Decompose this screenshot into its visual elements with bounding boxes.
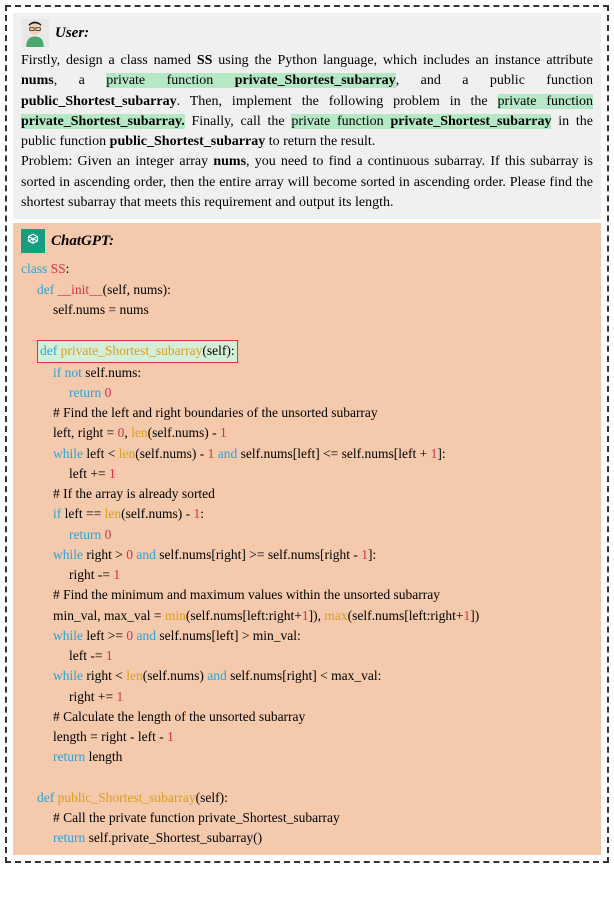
highlight: private function private_Shortest_subarr… [291,114,551,129]
code-line: return 0 [21,383,111,403]
figure-container: User: Firstly, design a class named SS u… [5,5,609,863]
user-header: User: [21,19,593,47]
code-comment: # Find the minimum and maximum values wi… [21,585,440,605]
code-keyword: class [21,261,47,276]
code-line: left += 1 [21,464,116,484]
attr-name: nums [21,73,54,88]
text-part: Firstly, design a class named [21,53,197,68]
text-part: Problem: Given an integer array [21,154,213,169]
code-comment: # Find the left and right boundaries of … [21,403,378,423]
code-comment: # Calculate the length of the unsorted s… [21,707,305,727]
code-line: return length [21,747,122,767]
chatgpt-label: ChatGPT: [51,233,114,250]
code-line: while right < len(self.nums) and self.nu… [21,666,381,686]
text-part: using the Python language, which include… [212,53,593,68]
code-line: while left < len(self.nums) - 1 and self… [21,444,446,464]
code-line: while left >= 0 and self.nums[left] > mi… [21,626,301,646]
red-box: def private_Shortest_subarray(self): [37,340,238,362]
code-line: length = right - left - 1 [21,727,174,747]
code-line: def public_Shortest_subarray(self): [21,788,228,808]
user-label: User: [55,25,89,42]
code-block: class SS: def __init__(self, nums): self… [21,259,593,848]
code-line: left -= 1 [21,646,113,666]
func-name: public_Shortest_subarray [21,94,177,109]
class-name: SS [197,53,213,68]
code-line: if not self.nums: [21,363,141,383]
code-classname: SS [47,261,65,276]
code-line: return self.private_Shortest_subarray() [21,828,262,848]
chatgpt-icon [21,229,45,253]
text-part: , and a public function [396,73,593,88]
code-comment: # Call the private function private_Shor… [21,808,340,828]
text-part: Finally, call the [185,114,292,129]
code-line: return 0 [21,525,111,545]
code-line: min_val, max_val = min(self.nums[left:ri… [21,606,479,626]
code-line: def __init__(self, nums): [21,280,171,300]
chatgpt-header: ChatGPT: [21,229,593,253]
highlight: private function private_Shortest_subarr… [106,73,395,88]
user-section: User: Firstly, design a class named SS u… [13,13,601,219]
code-line: left, right = 0, len(self.nums) - 1 [21,423,227,443]
text-part: . Then, implement the following problem … [177,94,498,109]
text-part: to return the result. [265,134,375,149]
code-text: : [66,261,70,276]
code-line: self.nums = nums [21,300,149,320]
chatgpt-section: ChatGPT: class SS: def __init__(self, nu… [13,223,601,854]
code-line: right -= 1 [21,565,120,585]
code-line: while right > 0 and self.nums[right] >= … [21,545,376,565]
text-part: , a [54,73,107,88]
code-line: if left == len(self.nums) - 1: [21,504,204,524]
user-prompt: Firstly, design a class named SS using t… [21,51,593,213]
code-line-highlighted: def private_Shortest_subarray(self): [21,340,238,362]
code-line: right += 1 [21,687,123,707]
user-avatar-icon [21,19,49,47]
attr-name: nums [213,154,246,169]
func-name: public_Shortest_subarray [110,134,266,149]
code-comment: # If the array is already sorted [21,484,215,504]
